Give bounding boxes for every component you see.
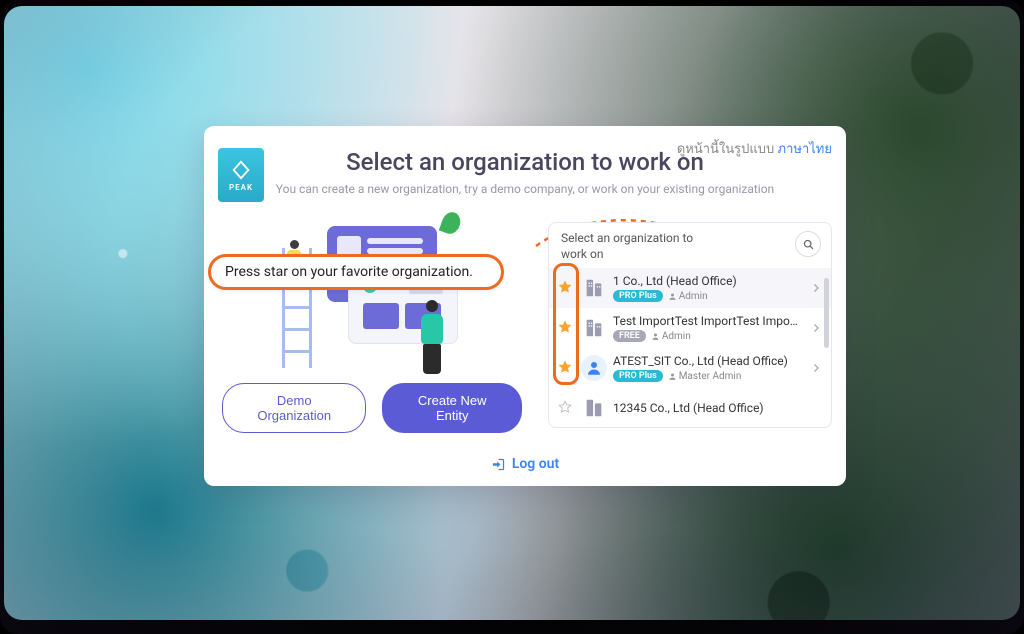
logout-icon bbox=[491, 457, 506, 472]
chevron-right-icon bbox=[810, 322, 822, 334]
organization-name: Test ImportTest ImportTest ImportTe... bbox=[613, 314, 801, 328]
search-button[interactable] bbox=[795, 231, 821, 257]
organization-icon bbox=[581, 355, 607, 381]
page-subtitle: You can create a new organization, try a… bbox=[204, 182, 846, 196]
logout-link[interactable]: Log out bbox=[204, 456, 846, 472]
organization-name: 12345 Co., Ltd (Head Office) bbox=[613, 401, 825, 415]
user-icon bbox=[651, 332, 660, 341]
chevron-right-icon bbox=[810, 362, 822, 374]
role-label: Admin bbox=[651, 331, 691, 342]
chevron-right-icon bbox=[810, 282, 822, 294]
favorite-callout: Press star on your favorite organization… bbox=[208, 254, 504, 290]
user-icon bbox=[668, 372, 677, 381]
favorite-star[interactable] bbox=[555, 399, 575, 418]
star-icon bbox=[558, 320, 572, 334]
select-organization-modal: ดูหน้านี้ในรูปแบบ ภาษาไทย PEAK Select an… bbox=[204, 126, 846, 486]
list-title: Select an organization to work on bbox=[561, 231, 721, 262]
building-icon bbox=[583, 317, 605, 339]
organization-row[interactable]: Test ImportTest ImportTest ImportTe... F… bbox=[549, 308, 831, 348]
star-icon bbox=[558, 360, 572, 374]
organization-icon bbox=[581, 275, 607, 301]
building-icon bbox=[583, 397, 605, 419]
open-organization[interactable] bbox=[807, 362, 825, 374]
star-icon bbox=[558, 280, 572, 294]
demo-organization-button[interactable]: Demo Organization bbox=[222, 383, 366, 433]
plan-badge: FREE bbox=[613, 330, 646, 342]
organization-icon bbox=[581, 395, 607, 421]
favorite-star[interactable] bbox=[555, 279, 575, 298]
avatar-icon bbox=[585, 359, 603, 377]
logout-label: Log out bbox=[512, 456, 559, 472]
organization-row[interactable]: ATEST_SIT Co., Ltd (Head Office) PRO Plu… bbox=[549, 348, 831, 388]
star-icon bbox=[558, 400, 572, 414]
create-new-entity-button[interactable]: Create New Entity bbox=[382, 383, 522, 433]
search-icon bbox=[802, 238, 815, 251]
illustration-pane: Demo Organization Create New Entity bbox=[222, 218, 522, 438]
page-title: Select an organization to work on bbox=[204, 148, 846, 176]
role-label: Master Admin bbox=[668, 371, 742, 382]
favorite-star[interactable] bbox=[555, 359, 575, 378]
user-icon bbox=[668, 292, 677, 301]
plan-badge: PRO Plus bbox=[613, 290, 663, 302]
organization-row[interactable]: 12345 Co., Ltd (Head Office) bbox=[549, 388, 831, 427]
open-organization[interactable] bbox=[807, 282, 825, 294]
scrollbar[interactable] bbox=[824, 278, 829, 348]
open-organization[interactable] bbox=[807, 322, 825, 334]
organization-name: 1 Co., Ltd (Head Office) bbox=[613, 274, 801, 288]
building-icon bbox=[583, 277, 605, 299]
organization-name: ATEST_SIT Co., Ltd (Head Office) bbox=[613, 354, 801, 368]
onboarding-illustration bbox=[242, 218, 502, 368]
organization-row[interactable]: 1 Co., Ltd (Head Office) PRO Plus Admin bbox=[549, 268, 831, 308]
favorite-star[interactable] bbox=[555, 319, 575, 338]
plan-badge: PRO Plus bbox=[613, 370, 663, 382]
organization-list-panel: Select an organization to work on 1 Co.,… bbox=[548, 222, 832, 428]
role-label: Admin bbox=[668, 291, 708, 302]
organization-icon bbox=[581, 315, 607, 341]
